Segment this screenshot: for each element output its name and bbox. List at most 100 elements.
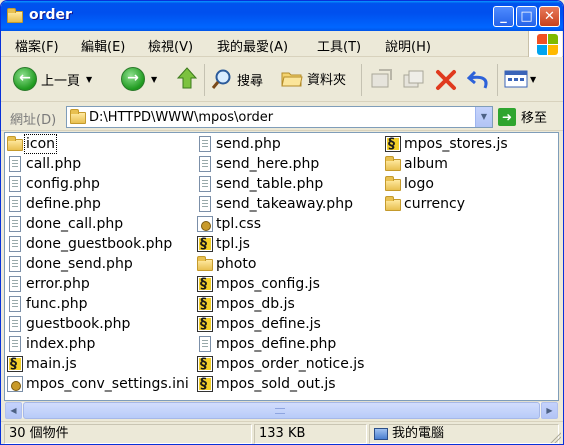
file-name: tpl.css xyxy=(216,216,262,232)
chevron-down-icon[interactable]: ▼ xyxy=(530,75,536,84)
up-folder-button[interactable] xyxy=(175,66,199,92)
document-icon xyxy=(9,196,21,212)
maximize-button[interactable]: □ xyxy=(516,6,537,27)
file-item[interactable]: tpl.css xyxy=(197,214,262,234)
search-button[interactable]: 搜尋 xyxy=(211,68,263,90)
file-item[interactable]: main.js xyxy=(7,354,78,374)
file-item[interactable]: define.php xyxy=(7,194,102,214)
file-item[interactable]: mpos_define.php xyxy=(197,334,337,354)
script-icon xyxy=(197,276,213,292)
address-dropdown-button[interactable]: ▼ xyxy=(475,107,492,127)
folder-item[interactable]: logo xyxy=(385,174,435,194)
file-name: mpos_stores.js xyxy=(404,136,508,152)
file-item[interactable]: call.php xyxy=(7,154,82,174)
document-icon xyxy=(9,176,21,192)
file-name: mpos_define.php xyxy=(216,336,337,352)
file-item[interactable]: send_takeaway.php xyxy=(197,194,354,214)
delete-x-icon xyxy=(436,70,456,90)
file-name: mpos_sold_out.js xyxy=(216,376,336,392)
menu-file[interactable]: 檔案(F) xyxy=(15,36,59,55)
horizontal-scrollbar[interactable]: ◀ ▶ xyxy=(5,401,558,419)
file-item[interactable]: done_send.php xyxy=(7,254,134,274)
file-item[interactable]: mpos_define.js xyxy=(197,314,322,334)
file-name: send.php xyxy=(216,136,281,152)
copy-to-button[interactable] xyxy=(401,68,425,90)
file-item[interactable]: done_guestbook.php xyxy=(7,234,173,254)
resize-grip-icon[interactable] xyxy=(549,431,561,443)
file-item[interactable]: tpl.js xyxy=(197,234,251,254)
file-name: send_here.php xyxy=(216,156,320,172)
file-item[interactable]: send.php xyxy=(197,134,282,154)
document-icon xyxy=(9,276,21,292)
views-button[interactable]: ▼ xyxy=(504,69,536,89)
copy-to-icon xyxy=(403,70,424,88)
document-icon xyxy=(199,156,211,172)
folders-button[interactable]: 資料夾 xyxy=(281,68,346,88)
file-name: logo xyxy=(404,176,434,192)
file-name: photo xyxy=(216,256,257,272)
file-item[interactable]: mpos_stores.js xyxy=(385,134,509,154)
status-object-count: 30 個物件 xyxy=(4,424,252,444)
folder-item[interactable]: currency xyxy=(385,194,466,214)
file-item[interactable]: func.php xyxy=(7,294,88,314)
folder-icon xyxy=(385,176,401,191)
grip-icon xyxy=(275,408,285,414)
scrollbar-thumb[interactable] xyxy=(23,402,540,419)
file-item[interactable]: mpos_sold_out.js xyxy=(197,374,337,394)
toolbar-separator xyxy=(204,64,205,96)
file-name: define.php xyxy=(26,196,101,212)
file-name: mpos_db.js xyxy=(216,296,295,312)
file-item[interactable]: mpos_conv_settings.ini xyxy=(7,374,190,394)
menu-favorites[interactable]: 我的最愛(A) xyxy=(217,36,288,55)
file-item[interactable]: mpos_order_notice.js xyxy=(197,354,365,374)
folder-item[interactable]: photo xyxy=(197,254,257,274)
menu-edit[interactable]: 編輯(E) xyxy=(81,36,125,55)
back-label: 上一頁 xyxy=(41,73,81,89)
file-item[interactable]: mpos_db.js xyxy=(197,294,296,314)
file-name: call.php xyxy=(26,156,82,172)
script-icon xyxy=(197,356,213,372)
folder-item[interactable]: icon xyxy=(7,134,58,154)
file-name: mpos_order_notice.js xyxy=(216,356,365,372)
delete-button[interactable] xyxy=(435,69,457,91)
file-item[interactable]: mpos_config.js xyxy=(197,274,321,294)
file-item[interactable]: send_here.php xyxy=(197,154,320,174)
address-label: 網址(D) xyxy=(10,113,57,128)
address-input[interactable]: D:\HTTPD\WWW\mpos\order ▼ xyxy=(66,106,493,128)
go-button[interactable]: ➜ 移至 xyxy=(498,107,547,126)
move-to-button[interactable] xyxy=(369,68,393,90)
file-name: done_call.php xyxy=(26,216,124,232)
menu-tools[interactable]: 工具(T) xyxy=(317,36,361,55)
file-name: mpos_define.js xyxy=(216,316,321,332)
menu-help[interactable]: 說明(H) xyxy=(385,36,431,55)
folder-item[interactable]: album xyxy=(385,154,449,174)
file-name: album xyxy=(404,156,448,172)
minimize-button[interactable]: _ xyxy=(493,6,514,27)
scroll-right-button[interactable]: ▶ xyxy=(541,402,558,419)
back-button[interactable]: ← 上一頁 ▼ xyxy=(13,67,92,91)
file-list-view[interactable]: icon call.php config.php define.php done_cal… xyxy=(4,132,559,401)
title-bar[interactable]: order _ □ ✕ xyxy=(1,1,563,31)
chevron-down-icon[interactable]: ▼ xyxy=(151,75,157,84)
menu-view[interactable]: 檢視(V) xyxy=(148,36,193,55)
folder-icon xyxy=(385,156,401,171)
menu-bar: 檔案(F) 編輯(E) 檢視(V) 我的最愛(A) 工具(T) 說明(H) xyxy=(1,31,563,57)
file-item[interactable]: guestbook.php xyxy=(7,314,131,334)
script-icon xyxy=(385,136,401,152)
file-item[interactable]: error.php xyxy=(7,274,91,294)
settings-file-icon xyxy=(7,376,23,392)
forward-button[interactable]: → ▼ xyxy=(121,67,157,91)
file-name: main.js xyxy=(26,356,77,372)
undo-button[interactable] xyxy=(467,68,491,90)
file-item[interactable]: config.php xyxy=(7,174,101,194)
scroll-left-button[interactable]: ◀ xyxy=(5,402,22,419)
chevron-down-icon[interactable]: ▼ xyxy=(86,75,92,84)
document-icon xyxy=(9,156,21,172)
file-item[interactable]: done_call.php xyxy=(7,214,124,234)
file-item[interactable]: send_table.php xyxy=(197,174,324,194)
toolbar: ← 上一頁 ▼ → ▼ 搜尋 資料夾 ▼ xyxy=(1,58,563,102)
file-name: tpl.js xyxy=(216,236,250,252)
file-name: guestbook.php xyxy=(26,316,131,332)
file-item[interactable]: index.php xyxy=(7,334,96,354)
close-button[interactable]: ✕ xyxy=(539,6,560,27)
